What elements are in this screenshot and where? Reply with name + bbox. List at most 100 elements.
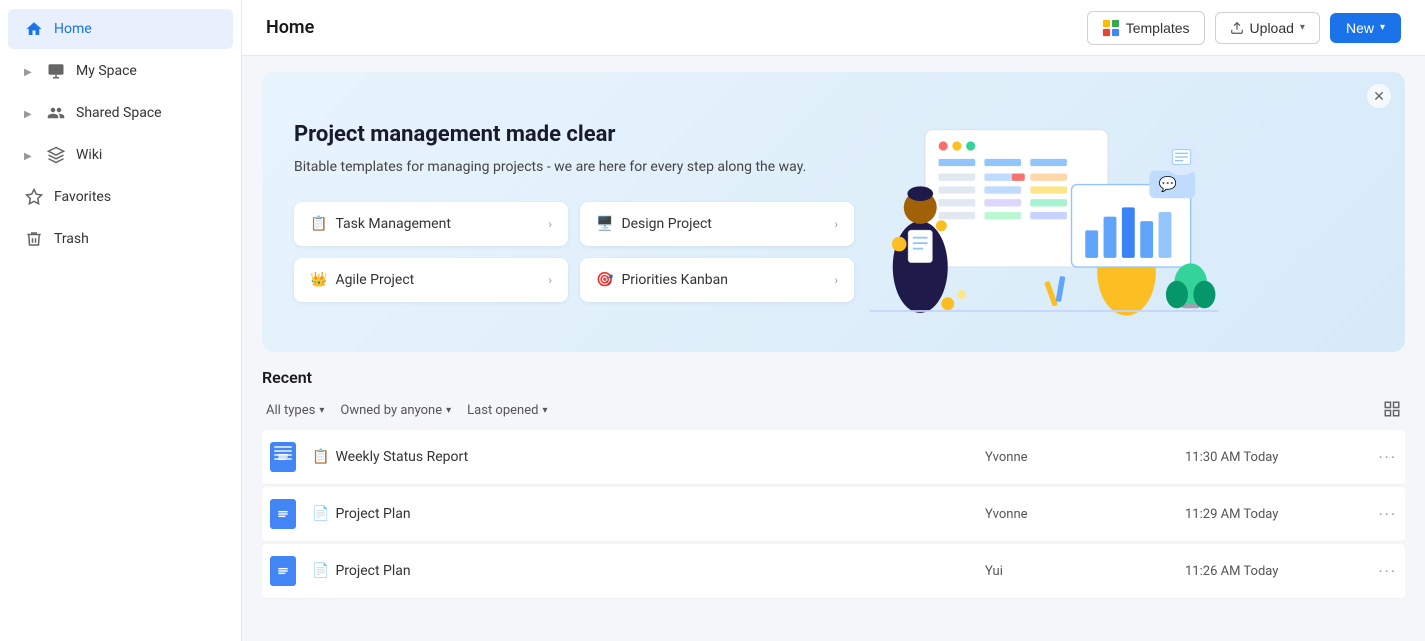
sidebar-label-trash: Trash xyxy=(54,231,89,247)
sidebar: Home ▶ My Space ▶ Shared Space ▶ Wiki Fa… xyxy=(0,0,242,641)
row-icon-1 xyxy=(270,442,302,472)
priorities-kanban-emoji: 🎯 xyxy=(596,272,613,288)
sidebar-item-trash[interactable]: Trash xyxy=(8,219,233,259)
row-icon-2 xyxy=(270,499,302,529)
templates-label: Templates xyxy=(1126,20,1190,36)
table-row[interactable]: 📄 Project Plan Yui 11:26 AM Today ··· xyxy=(262,544,1405,599)
row-owner-1: Yvonne xyxy=(985,450,1185,465)
sidebar-item-home[interactable]: Home xyxy=(8,9,233,49)
card-arrow-task: › xyxy=(548,217,552,231)
expand-icon-shared-space: ▶ xyxy=(24,109,32,117)
table-row[interactable]: 📋 Weekly Status Report Yvonne 11:30 AM T… xyxy=(262,430,1405,485)
sidebar-item-favorites[interactable]: Favorites xyxy=(8,177,233,217)
design-project-emoji: 🖥️ xyxy=(596,216,613,232)
row-more-1[interactable]: ··· xyxy=(1365,448,1397,467)
table-row[interactable]: 📄 Project Plan Yvonne 11:29 AM Today ··· xyxy=(262,487,1405,542)
header: Home Templates Upload ▾ New ▾ xyxy=(242,0,1425,56)
banner-close-button[interactable]: ✕ xyxy=(1367,84,1391,108)
upload-icon xyxy=(1230,21,1244,35)
sidebar-item-wiki[interactable]: ▶ Wiki xyxy=(8,135,233,175)
row-name-3: 📄 Project Plan xyxy=(312,563,985,579)
template-card-priorities-kanban[interactable]: 🎯 Priorities Kanban › xyxy=(580,258,854,302)
shared-space-icon xyxy=(46,103,66,123)
owned-by-filter[interactable]: Owned by anyone ▾ xyxy=(340,399,451,422)
sidebar-label-home: Home xyxy=(54,21,92,37)
row-owner-2: Yvonne xyxy=(985,507,1185,522)
recent-title: Recent xyxy=(262,368,1405,387)
sidebar-label-favorites: Favorites xyxy=(54,189,111,205)
new-dropdown-icon: ▾ xyxy=(1380,22,1385,33)
row-time-1: 11:30 AM Today xyxy=(1185,450,1365,465)
sidebar-label-my-space: My Space xyxy=(76,63,137,79)
template-card-task-management[interactable]: 📋 Task Management › xyxy=(294,202,568,246)
home-icon xyxy=(24,19,44,39)
recent-table: 📋 Weekly Status Report Yvonne 11:30 AM T… xyxy=(262,430,1405,599)
row-more-3[interactable]: ··· xyxy=(1365,562,1397,581)
upload-label: Upload xyxy=(1250,20,1294,36)
banner-title: Project management made clear xyxy=(294,122,854,147)
all-types-label: All types xyxy=(266,403,315,418)
last-opened-chevron: ▾ xyxy=(542,405,547,416)
page-title: Home xyxy=(266,17,314,38)
card-arrow-kanban: › xyxy=(834,273,838,287)
owned-by-label: Owned by anyone xyxy=(340,403,442,418)
owned-by-chevron: ▾ xyxy=(446,405,451,416)
grid-view-button[interactable] xyxy=(1383,400,1401,422)
last-opened-label: Last opened xyxy=(467,403,538,418)
recent-filters: All types ▾ Owned by anyone ▾ Last opene… xyxy=(262,399,1405,422)
card-arrow-design: › xyxy=(834,217,838,231)
doc-icon-2 xyxy=(270,499,296,529)
sidebar-item-shared-space[interactable]: ▶ Shared Space xyxy=(8,93,233,133)
recent-section: Recent All types ▾ Owned by anyone ▾ Las… xyxy=(242,368,1425,621)
agile-project-label: 👑 Agile Project xyxy=(310,272,414,288)
sidebar-item-my-space[interactable]: ▶ My Space xyxy=(8,51,233,91)
upload-button[interactable]: Upload ▾ xyxy=(1215,12,1320,44)
my-space-icon xyxy=(46,61,66,81)
row-emoji-2: 📄 xyxy=(312,506,329,522)
doc-icon-3 xyxy=(270,556,296,586)
agile-project-emoji: 👑 xyxy=(310,272,327,288)
expand-icon-my-space: ▶ xyxy=(24,67,32,75)
card-arrow-agile: › xyxy=(548,273,552,287)
main-content: Home Templates Upload ▾ New ▾ xyxy=(242,0,1425,641)
sidebar-label-wiki: Wiki xyxy=(76,147,102,163)
row-time-3: 11:26 AM Today xyxy=(1185,564,1365,579)
promo-banner: ✕ Project management made clear Bitable … xyxy=(262,72,1405,352)
filter-left: All types ▾ Owned by anyone ▾ Last opene… xyxy=(266,399,547,422)
row-name-1: 📋 Weekly Status Report xyxy=(312,449,985,465)
banner-subtitle: Bitable templates for managing projects … xyxy=(294,157,854,178)
task-management-emoji: 📋 xyxy=(310,216,327,232)
banner-content: Project management made clear Bitable te… xyxy=(294,122,854,302)
wiki-icon xyxy=(46,145,66,165)
row-icon-3 xyxy=(270,556,302,586)
new-label: New xyxy=(1346,20,1374,36)
last-opened-filter[interactable]: Last opened ▾ xyxy=(467,399,547,422)
row-emoji-3: 📄 xyxy=(312,563,329,579)
svg-text:💬: 💬 xyxy=(1159,175,1177,193)
row-time-2: 11:29 AM Today xyxy=(1185,507,1365,522)
templates-button[interactable]: Templates xyxy=(1087,11,1205,45)
header-actions: Templates Upload ▾ New ▾ xyxy=(1087,11,1401,45)
priorities-kanban-label: 🎯 Priorities Kanban xyxy=(596,272,728,288)
task-management-label: 📋 Task Management xyxy=(310,216,451,232)
grid-icon xyxy=(1383,400,1401,418)
sidebar-label-shared-space: Shared Space xyxy=(76,105,162,121)
banner-template-cards: 📋 Task Management › 🖥️ Design Project › … xyxy=(294,202,854,302)
illustration-svg: 💬 xyxy=(854,102,1234,322)
trash-icon xyxy=(24,229,44,249)
template-card-design-project[interactable]: 🖥️ Design Project › xyxy=(580,202,854,246)
template-card-agile-project[interactable]: 👑 Agile Project › xyxy=(294,258,568,302)
all-types-filter[interactable]: All types ▾ xyxy=(266,399,324,422)
row-more-2[interactable]: ··· xyxy=(1365,505,1397,524)
new-button[interactable]: New ▾ xyxy=(1330,13,1401,43)
favorites-icon xyxy=(24,187,44,207)
all-types-chevron: ▾ xyxy=(319,405,324,416)
row-name-2: 📄 Project Plan xyxy=(312,506,985,522)
row-emoji-1: 📋 xyxy=(312,449,329,465)
design-project-label: 🖥️ Design Project xyxy=(596,216,712,232)
doc-icon-1 xyxy=(270,442,296,472)
banner-illustration: 💬 xyxy=(854,102,1234,322)
expand-icon-wiki: ▶ xyxy=(24,151,32,159)
upload-dropdown-icon: ▾ xyxy=(1300,22,1305,33)
templates-logo-icon xyxy=(1102,19,1120,37)
